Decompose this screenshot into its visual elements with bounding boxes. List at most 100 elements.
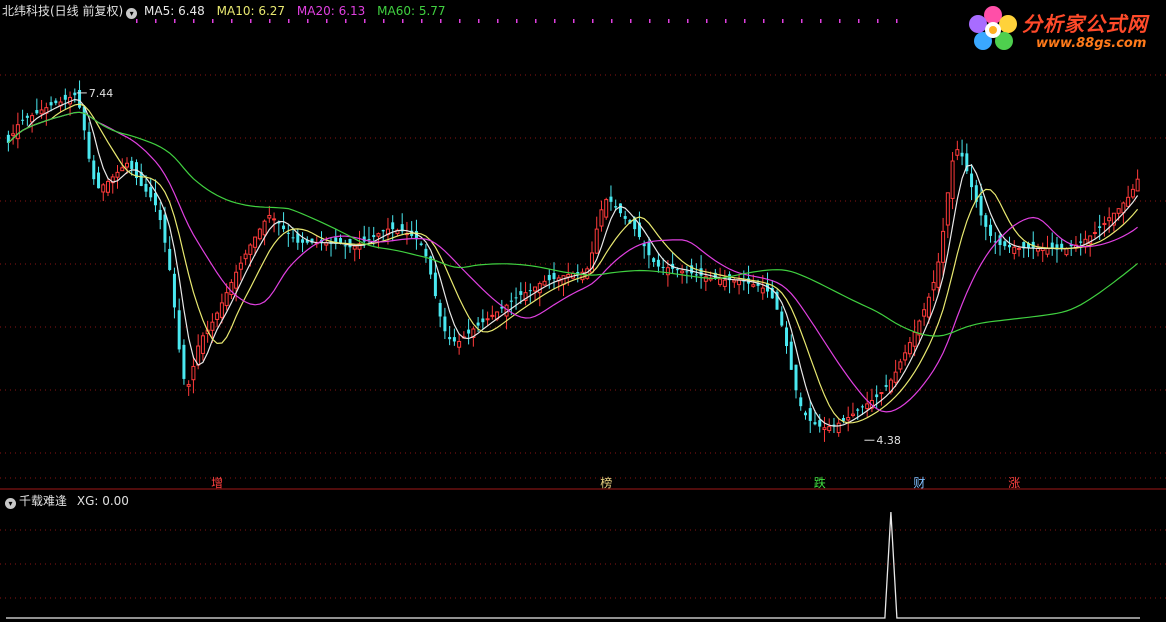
candle-body [609,196,613,202]
candle-body [1098,226,1102,228]
indicator-layer [6,511,1140,619]
candle-body [191,365,196,381]
candle-body [542,280,547,286]
candle-body [485,318,490,321]
candle-body [120,167,125,172]
candle-body [130,160,134,169]
tick-mark [554,19,556,23]
tick-mark [193,19,195,23]
candle-body [808,408,812,421]
candle-body [794,364,798,391]
candle-body [21,119,25,121]
main-price-chart[interactable]: 7.44 4.38 增 榜 跌 财 涨 [0,0,1166,622]
annotation-layer: 7.44 4.38 [76,87,901,447]
candle-body [941,230,946,263]
tick-mark [744,19,746,23]
tick-mark [782,19,784,23]
tick-mark [573,19,575,23]
tick-mark [763,19,765,23]
candle-body [594,228,599,254]
candle-body [210,321,215,331]
candle-body [1060,243,1064,249]
chevron-down-icon[interactable]: ▾ [5,498,16,509]
tick-mark [250,19,252,23]
tick-mark [630,19,632,23]
stock-title[interactable]: 北纬科技(日线 前复权) [2,4,123,18]
candle-body [789,341,793,370]
candle-body [153,192,157,206]
candle-body [945,192,950,226]
candle-body [1135,178,1140,192]
candle-body [467,329,471,334]
candle-body [1045,247,1050,255]
candle-body [604,199,609,218]
candle-body [685,271,689,273]
candle-body [618,203,622,214]
candle-body [926,296,931,318]
candle-body [955,149,960,156]
candle-body [63,94,67,100]
candle-body [1017,247,1022,250]
candle-body [253,236,258,248]
candle-body [490,314,495,317]
candle-body [39,109,44,115]
tick-mark [383,19,385,23]
tick-mark [592,19,594,23]
candle-body [898,361,903,370]
tick-mark [516,19,518,23]
candle-body [1102,222,1107,226]
xg-value: XG: 0.00 [76,494,129,508]
tick-mark [649,19,651,23]
candle-body [665,267,670,276]
candle-body [433,272,437,297]
candle-body [509,300,513,302]
candle-body [1079,241,1083,243]
candle-body [912,331,917,347]
candle-body [785,327,789,347]
candle-body [818,420,822,427]
candle-body [846,417,851,421]
tick-mark [459,19,461,23]
candle-body [391,222,395,230]
tick-mark [706,19,708,23]
candle-body [348,239,352,248]
candle-body [92,160,96,180]
candle-body [718,278,723,285]
candle-body [614,206,618,208]
candle-body [381,229,385,232]
ma10-line [7,103,1139,424]
candle-body [850,413,855,417]
candle-body [372,235,376,238]
candle-body [931,281,936,291]
candle-body [163,214,167,243]
candle-body [1064,247,1069,256]
ma5-line [7,98,1139,427]
tick-mark [820,19,822,23]
tick-mark [174,19,176,23]
candle-body [144,183,148,192]
candle-body [343,245,347,247]
candle-body [177,310,181,350]
candle-body [865,403,870,410]
logo-title: 分析家公式网 [1022,12,1148,36]
candle-body [675,269,679,271]
tick-mark [497,19,499,23]
tick-mark [478,19,480,23]
candle-body [73,92,77,96]
candle-body [547,274,551,281]
tick-mark [212,19,214,23]
candle-body [661,266,665,268]
candle-body [224,292,229,307]
indicator-name[interactable]: 千载难逢 [19,494,67,508]
tick-mark [136,19,138,23]
event-marker: 财 [913,476,925,490]
candle-body [903,352,908,361]
candle-body [286,232,290,234]
candle-body [722,279,727,287]
chevron-down-icon[interactable]: ▾ [126,8,138,19]
chart-stage[interactable]: 7.44 4.38 增榜跌财涨 北纬科技(日线 前复权) ▾ MA5: 6.48 M… [0,0,1166,622]
tick-mark [364,19,366,23]
candle-body [989,224,993,236]
candle-body [172,273,176,308]
candle-body [443,316,447,332]
